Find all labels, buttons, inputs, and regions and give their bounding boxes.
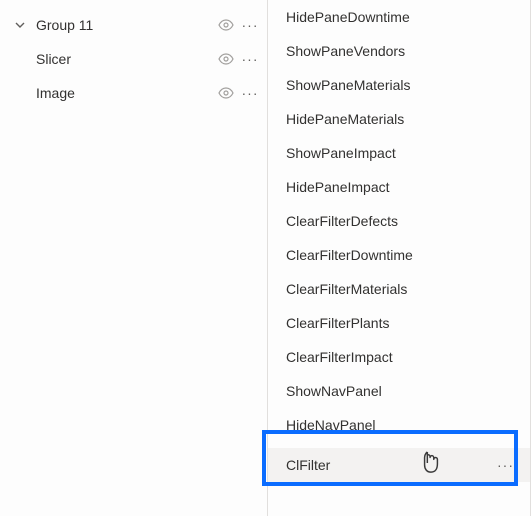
list-item-label: ShowPaneVendors [286, 43, 514, 59]
tree-group-label: Group 11 [36, 17, 217, 33]
list-item-label: HideNavPanel [286, 417, 514, 433]
tree-item-image[interactable]: Image ··· [0, 76, 267, 110]
list-item-label: HidePaneMaterials [286, 111, 514, 127]
more-icon[interactable]: ··· [241, 85, 259, 101]
list-item-label: ClearFilterDefects [286, 213, 514, 229]
list-item[interactable]: HidePaneMaterials [268, 102, 530, 136]
list-item[interactable]: ClearFilterImpact [268, 340, 530, 374]
list-item[interactable]: HideNavPanel [268, 408, 530, 442]
list-item-label: HidePaneDowntime [286, 9, 514, 25]
list-item-label: ClearFilterPlants [286, 315, 514, 331]
list-item-label: ShowNavPanel [286, 383, 514, 399]
tree-group-row[interactable]: Group 11 ··· [0, 8, 267, 42]
list-item-label: ClearFilterImpact [286, 349, 514, 365]
visibility-icon[interactable] [217, 50, 235, 68]
more-icon[interactable]: ··· [497, 457, 514, 473]
tree-item-label: Image [36, 85, 217, 101]
chevron-down-icon[interactable] [12, 17, 28, 33]
visibility-icon[interactable] [217, 16, 235, 34]
list-item-label: ShowPaneImpact [286, 145, 514, 161]
tree-item-slicer[interactable]: Slicer ··· [0, 42, 267, 76]
list-item[interactable]: HidePaneDowntime [268, 0, 530, 34]
visibility-icon[interactable] [217, 84, 235, 102]
tree-item-label: Slicer [36, 51, 217, 67]
list-item-label: ClearFilterMaterials [286, 281, 514, 297]
bookmarks-list: HidePaneDowntime ShowPaneVendors ShowPan… [268, 0, 531, 516]
list-item[interactable]: ClearFilterMaterials [268, 272, 530, 306]
list-item-label: HidePaneImpact [286, 179, 514, 195]
list-item[interactable]: ShowPaneVendors [268, 34, 530, 68]
more-icon[interactable]: ··· [241, 17, 259, 33]
list-item[interactable]: ClearFilterDowntime [268, 238, 530, 272]
list-item[interactable]: ShowNavPanel [268, 374, 530, 408]
list-item[interactable]: HidePaneImpact [268, 170, 530, 204]
list-item-label: ClFilter [286, 457, 497, 473]
list-item-label: ShowPaneMaterials [286, 77, 514, 93]
list-item[interactable]: ShowPaneImpact [268, 136, 530, 170]
more-icon[interactable]: ··· [241, 51, 259, 67]
list-item[interactable]: ShowPaneMaterials [268, 68, 530, 102]
list-item[interactable]: ClearFilterPlants [268, 306, 530, 340]
selection-tree: Group 11 ··· Slicer ··· Image ··· [0, 0, 268, 516]
list-item[interactable]: ClearFilterDefects [268, 204, 530, 238]
list-item-label: ClearFilterDowntime [286, 247, 514, 263]
list-item-selected[interactable]: ClFilter ··· [268, 448, 530, 482]
